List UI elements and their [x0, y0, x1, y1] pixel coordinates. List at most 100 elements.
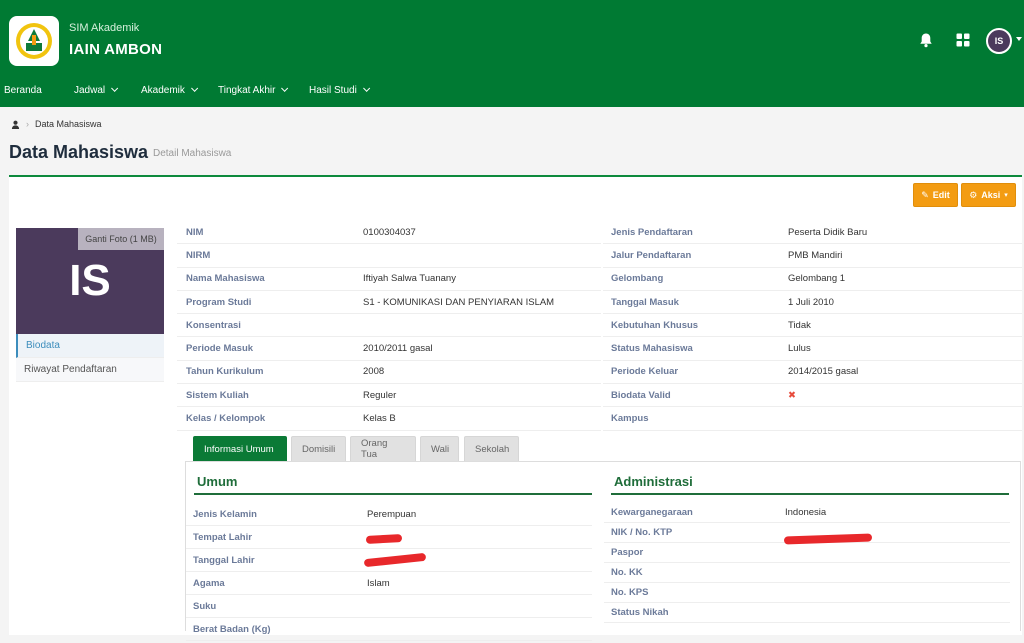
info-label: Periode Keluar	[611, 366, 679, 378]
info-label: Status Nikah	[611, 607, 669, 618]
info-row: Periode Keluar 2014/2015 gasal	[603, 361, 1022, 385]
info-row: No. KPS	[604, 583, 1010, 603]
user-avatar[interactable]: IS	[986, 28, 1012, 54]
info-value: Islam	[367, 577, 390, 589]
info-value: 1 Juli 2010	[788, 296, 834, 308]
umum-table: Jenis Kelamin Perempuan Tempat Lahir Tangga…	[186, 503, 596, 643]
bell-icon[interactable]	[918, 32, 934, 48]
info-label: Jenis Kelamin	[193, 508, 257, 520]
breadcrumb: › Data Mahasiswa	[11, 119, 102, 129]
info-label: Kelas / Kelompok	[186, 413, 266, 425]
tab-sekolah[interactable]: Sekolah	[464, 436, 519, 462]
info-row: Berat Badan (Kg)	[186, 618, 592, 641]
info-value: Peserta Didik Baru	[788, 226, 868, 238]
info-label: NIRM	[186, 249, 211, 261]
nav-label: Akademik	[141, 85, 185, 96]
menu-riwayat-pendaftaran[interactable]: Riwayat Pendaftaran	[16, 358, 164, 382]
info-label: Tahun Kurikulum	[186, 366, 264, 378]
invalid-x-icon: ✖	[788, 389, 796, 401]
info-value: Gelombang 1	[788, 273, 846, 285]
info-label: Periode Masuk	[186, 343, 254, 355]
aksi-button[interactable]: ⚙ Aksi ▾	[961, 183, 1016, 207]
change-photo-button[interactable]: Ganti Foto (1 MB)	[78, 228, 164, 250]
edit-button[interactable]: ✎ Edit	[913, 183, 958, 207]
breadcrumb-separator: ›	[26, 119, 29, 129]
info-row: Sistem Kuliah Reguler	[177, 384, 601, 408]
info-value: PMB Mandiri	[788, 249, 843, 261]
caret-down-icon: ▾	[1004, 192, 1008, 199]
apps-grid-icon[interactable]	[955, 32, 971, 48]
info-label: NIM	[186, 226, 204, 238]
app-subtitle: SIM Akademik	[69, 22, 140, 34]
info-label: Tanggal Lahir	[193, 554, 255, 566]
user-menu-caret-icon[interactable]	[1016, 37, 1022, 41]
info-value: Indonesia	[785, 507, 827, 518]
info-label: Nama Mahasiswa	[186, 273, 265, 285]
info-row: Konsentrasi	[177, 314, 601, 338]
info-value: S1 - KOMUNIKASI DAN PENYIARAN ISLAM	[363, 296, 555, 308]
info-label: Kebutuhan Khusus	[611, 319, 699, 331]
top-header: SIM Akademik IAIN AMBON IS Beranda Jadwa…	[0, 0, 1024, 107]
administrasi-table: Kewarganegaraan Indonesia NIK / No. KTP Pas…	[604, 503, 1014, 643]
info-label: Gelombang	[611, 273, 664, 285]
nav-beranda[interactable]: Beranda	[4, 85, 42, 96]
info-row: NIRM	[177, 244, 601, 268]
info-row: Kebutuhan Khusus Tidak	[603, 314, 1022, 338]
info-row: Biodata Valid ✖	[603, 384, 1022, 408]
info-label: Paspor	[611, 547, 644, 558]
info-label: Konsentrasi	[186, 319, 241, 331]
info-row: Paspor	[604, 543, 1010, 563]
chevron-down-icon	[111, 84, 119, 92]
info-row: Status Nikah	[604, 603, 1010, 623]
nav-hasil-studi[interactable]: Hasil Studi	[309, 84, 370, 96]
info-row: Periode Masuk 2010/2011 gasal	[177, 338, 601, 361]
nav-label: Jadwal	[74, 85, 106, 96]
info-row: Kampus	[603, 407, 1022, 431]
info-row: Jenis Kelamin Perempuan	[186, 503, 592, 526]
chevron-down-icon	[190, 84, 199, 92]
section-divider	[194, 493, 592, 495]
menu-biodata[interactable]: Biodata	[16, 334, 164, 358]
breadcrumb-current: Data Mahasiswa	[35, 119, 102, 129]
tab-orang-tua[interactable]: Orang Tua	[350, 436, 416, 462]
info-label: No. KPS	[611, 587, 649, 598]
info-value: 2010/2011 gasal	[363, 343, 433, 355]
user-icon[interactable]	[11, 120, 20, 129]
section-title-administrasi: Administrasi	[614, 474, 693, 489]
info-row: Gelombang Gelombang 1	[603, 268, 1022, 291]
info-row: Nama Mahasiswa Iftiyah Salwa Tuanany	[177, 268, 601, 291]
info-row: Kelas / Kelompok Kelas B	[177, 407, 601, 431]
chevron-down-icon	[281, 84, 289, 92]
tab-domisili[interactable]: Domisili	[291, 436, 346, 462]
info-label: No. KK	[611, 567, 643, 578]
info-label: Status Mahasiswa	[611, 343, 693, 355]
info-label: Program Studi	[186, 296, 252, 308]
section-divider	[611, 493, 1009, 495]
info-row: Agama Islam	[186, 572, 592, 595]
logo-emblem-icon	[16, 23, 52, 59]
info-row: Tahun Kurikulum 2008	[177, 361, 601, 385]
info-label: NIK / No. KTP	[611, 527, 673, 538]
nav-tingkat-akhir[interactable]: Tingkat Akhir	[218, 84, 289, 96]
profile-menu: Biodata Riwayat Pendaftaran	[16, 334, 164, 382]
nav-label: Beranda	[4, 85, 42, 96]
info-row: Jenis Pendaftaran Peserta Didik Baru	[603, 221, 1022, 245]
left-info-table: NIM 0100304037 NIRM Nama Mahasiswa Iftiyah S…	[177, 221, 601, 431]
info-label: Jalur Pendaftaran	[611, 249, 692, 261]
right-info-table: Jenis Pendaftaran Peserta Didik Baru Jalur…	[603, 221, 1022, 431]
info-row: NIM 0100304037	[177, 221, 601, 245]
info-label: Biodata Valid	[611, 389, 671, 401]
tab-informasi-umum[interactable]: Informasi Umum	[193, 436, 287, 462]
gear-icon: ⚙	[969, 189, 978, 200]
iain-logo[interactable]	[9, 16, 59, 66]
section-title-umum: Umum	[197, 474, 238, 489]
info-value: Iftiyah Salwa Tuanany	[363, 273, 456, 285]
info-value: Tidak	[788, 319, 811, 331]
info-row: Jalur Pendaftaran PMB Mandiri	[603, 244, 1022, 268]
tab-wali[interactable]: Wali	[420, 436, 459, 462]
info-value: 2014/2015 gasal	[788, 366, 859, 378]
info-value: 0100304037	[363, 226, 416, 238]
nav-akademik[interactable]: Akademik	[141, 84, 199, 96]
nav-jadwal[interactable]: Jadwal	[74, 84, 119, 96]
info-label: Tanggal Masuk	[611, 296, 679, 308]
